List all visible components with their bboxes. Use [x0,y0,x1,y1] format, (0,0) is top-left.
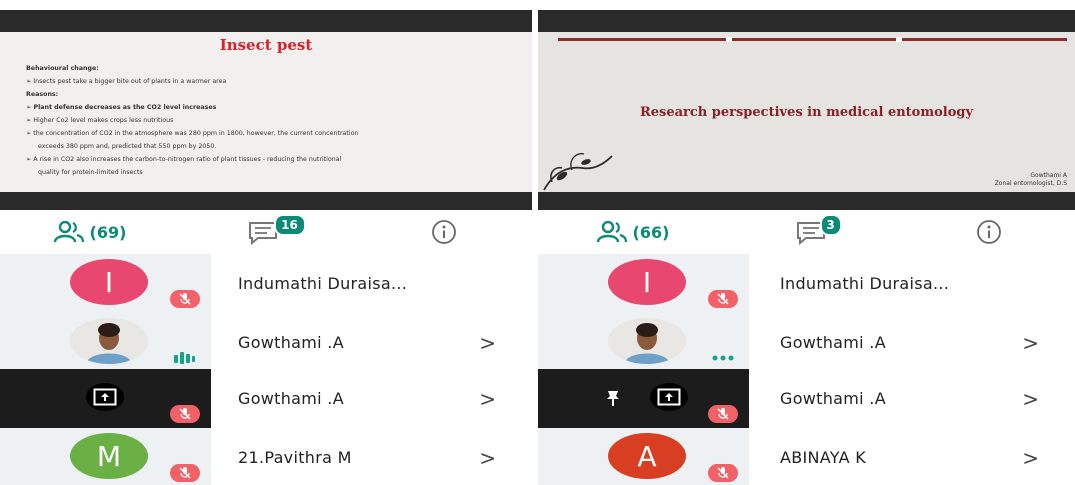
chevron-right-icon[interactable]: > [1022,369,1039,428]
typing-icon [708,349,738,367]
chat-tab-wrap: 16 [248,214,306,245]
participant-name: Gowthami .A [238,333,344,352]
participant-name: Indumathi Duraisa... [238,274,408,293]
participant-name: Gowthami .A [238,389,344,408]
chat-tab-wrap: 3 [796,214,842,245]
chevron-right-icon[interactable]: > [479,313,496,372]
participant-tabbar: (66) 3 [538,210,1075,254]
chevron-right-icon[interactable]: > [479,428,496,485]
participants-count: (66) [632,222,670,242]
participant-tile: I [0,254,211,313]
slide-line: Plant defense decreases as the CO2 level… [26,101,514,114]
slide-body: Behavioural change: Insects pest take a … [26,62,514,179]
people-icon [53,221,84,243]
author-role: Zonal entomologist, D.S [994,180,1067,187]
right-meeting-panel: Research perspectives in medical entomol… [538,0,1075,485]
people-icon [596,221,627,243]
slide-line: exceeds 380 ppm and, predicted that 550 … [38,143,217,150]
participant-tabbar: (69) 16 [0,210,532,254]
participant-row[interactable]: A ABINAYA K > [538,428,1075,485]
participants-count: (69) [89,222,127,242]
decorative-rule [558,38,1067,41]
participant-tile: I [538,254,749,313]
top-edge [0,0,532,10]
decorative-swirl [543,153,613,191]
chat-badge: 3 [819,214,842,236]
chevron-right-icon[interactable]: > [1022,428,1039,485]
mic-off-icon [170,464,200,482]
mic-off-icon [170,405,200,423]
participant-tile [538,369,749,428]
chevron-right-icon[interactable]: > [479,369,496,428]
participant-row[interactable]: I Indumathi Duraisa... [0,254,532,313]
pin-icon [604,389,622,411]
slide-line: A rise in CO2 also increases the carbon-… [26,153,514,166]
top-edge [538,0,1075,10]
slide-line: Reasons: [26,91,59,98]
slide-line: Higher Co2 level makes crops less nutrit… [26,114,514,127]
tab-participants[interactable]: (69) [0,210,180,254]
tab-chat[interactable]: 16 [180,210,355,254]
participant-row[interactable]: Gowthami .A > [538,313,1075,372]
participant-row[interactable]: Gowthami .A > [0,313,532,372]
participant-name: Gowthami .A [780,333,886,352]
shared-screen[interactable]: Research perspectives in medical entomol… [538,10,1075,210]
mic-off-icon [708,405,738,423]
participant-tile [538,313,749,372]
decorative-node [896,37,902,42]
slide-author: Gowthami A Zonal entomologist, D.S [995,172,1067,188]
participant-tile: A [538,428,749,485]
left-meeting-panel: Insect pest Behavioural change: Insects … [0,0,532,485]
info-icon [977,220,1001,244]
speaking-icon [170,349,200,367]
chat-badge: 16 [273,214,306,236]
slide-line: Behavioural change: [26,65,99,72]
participant-name: Indumathi Duraisa... [780,274,950,293]
participant-name: ABINAYA K [780,448,867,467]
participant-name: 21.Pavithra M [238,448,352,467]
slide-title: Research perspectives in medical entomol… [639,105,974,120]
participant-row[interactable]: Gowthami .A > [0,369,532,428]
tab-chat[interactable]: 3 [728,210,903,254]
avatar: A [608,433,686,479]
author-name: Gowthami A [1030,172,1067,179]
info-icon [431,220,456,244]
slide-title: Insect pest [219,36,313,54]
participant-row[interactable]: I Indumathi Duraisa... [538,254,1075,313]
avatar: I [608,259,686,305]
presentation-slide: Insect pest Behavioural change: Insects … [0,32,532,192]
decorative-node [726,37,732,42]
tab-participants[interactable]: (66) [538,210,728,254]
participant-row[interactable]: M 21.Pavithra M > [0,428,532,485]
mic-off-icon [708,290,738,308]
screen-share-icon [86,383,124,411]
participant-tile [0,369,211,428]
mic-off-icon [708,464,738,482]
participant-name: Gowthami .A [780,389,886,408]
shared-screen[interactable]: Insect pest Behavioural change: Insects … [0,10,532,210]
slide-line: the concentration of CO2 in the atmosphe… [26,127,514,140]
presentation-slide: Research perspectives in medical entomol… [538,32,1075,192]
tab-info[interactable] [355,210,532,254]
slide-line: quality for protein-limited insects [38,169,143,176]
mic-off-icon [170,290,200,308]
avatar: I [70,259,148,305]
participant-tile [0,313,211,372]
chevron-right-icon[interactable]: > [1022,313,1039,372]
participant-tile: M [0,428,211,485]
avatar-photo [70,318,148,364]
avatar-photo [608,318,686,364]
tab-info[interactable] [903,210,1075,254]
screen-share-icon [650,383,688,411]
participant-row[interactable]: Gowthami .A > [538,369,1075,428]
avatar: M [70,433,148,479]
slide-line: Insects pest take a bigger bite out of p… [26,75,514,88]
